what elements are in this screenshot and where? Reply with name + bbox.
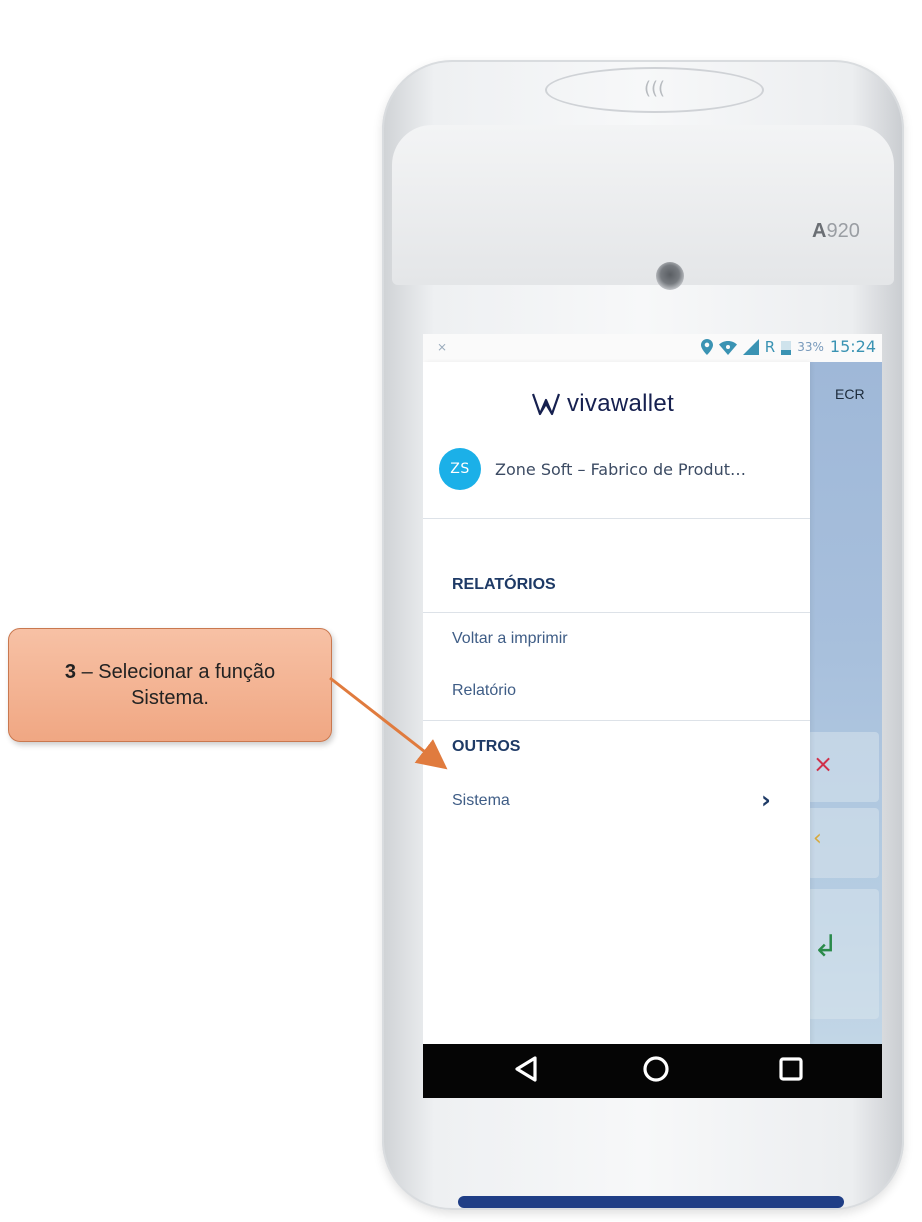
menu-item-report[interactable]: Relatório — [452, 682, 516, 700]
backspace-key[interactable]: ‹ — [807, 808, 879, 878]
callout-text: – Selecionar a função Sistema. — [76, 661, 276, 709]
cell-signal-icon — [742, 338, 759, 355]
brand-name: vivawallet — [567, 390, 675, 417]
menu-item-system[interactable]: Sistema — [452, 792, 510, 810]
divider — [423, 518, 810, 519]
vivawallet-logo-icon — [531, 393, 561, 416]
wifi-icon — [718, 340, 737, 355]
enter-icon: ↲ — [813, 929, 839, 964]
menu-item-reprint[interactable]: Voltar a imprimir — [452, 630, 568, 648]
terminal-screen: ⨯ R 33% 15:24 ECR × ‹ ↲ vivawallet ZS Zo… — [423, 334, 882, 1098]
signal-off-icon: ⨯ — [437, 340, 448, 354]
clock: 15:24 — [829, 337, 876, 356]
model-number: 920 — [826, 220, 860, 242]
status-bar: ⨯ R 33% 15:24 — [423, 334, 882, 362]
enter-key[interactable]: ↲ — [807, 889, 879, 1019]
card-slot — [458, 1196, 844, 1208]
model-prefix: A — [812, 220, 827, 242]
account-row[interactable]: ZS Zone Soft – Fabrico de Produt… — [439, 448, 811, 490]
network-type: R — [764, 337, 776, 356]
chevron-right-icon[interactable]: › — [761, 786, 771, 814]
cancel-key[interactable]: × — [807, 732, 879, 802]
avatar: ZS — [439, 448, 481, 490]
recents-icon[interactable] — [778, 1054, 804, 1084]
cancel-icon: × — [813, 750, 834, 778]
divider — [423, 612, 810, 613]
ecr-label: ECR — [835, 386, 865, 402]
model-label: A920 — [812, 220, 860, 243]
divider — [423, 720, 810, 721]
terminal-top-panel — [392, 125, 894, 285]
brand-logo: vivawallet — [531, 390, 674, 418]
battery-percent: 33% — [797, 339, 824, 354]
back-icon[interactable] — [513, 1054, 539, 1084]
status-icons: R 33% 15:24 — [700, 337, 876, 356]
navigation-drawer: vivawallet ZS Zone Soft – Fabrico de Pro… — [423, 362, 810, 1044]
location-icon — [700, 338, 713, 355]
section-title-reports: RELATÓRIOS — [452, 576, 556, 593]
section-title-others: OUTROS — [452, 738, 521, 755]
account-name: Zone Soft – Fabrico de Produt… — [495, 459, 746, 479]
instruction-callout: 3 – Selecionar a função Sistema. — [8, 628, 332, 742]
backspace-icon: ‹ — [813, 826, 822, 851]
home-icon[interactable] — [641, 1054, 671, 1084]
battery-icon — [781, 340, 792, 355]
contactless-symbol: ((( — [643, 78, 666, 99]
navigation-bar — [423, 1044, 882, 1098]
contactless-icon: ((( — [545, 67, 764, 113]
callout-step-number: 3 — [64, 661, 77, 683]
camera-icon — [656, 262, 684, 290]
